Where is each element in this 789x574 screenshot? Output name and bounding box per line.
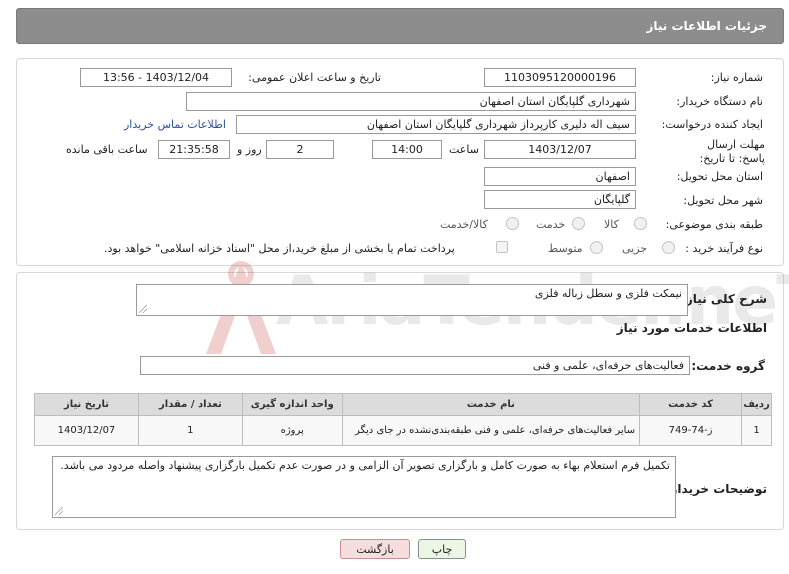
col-row: ردیف [741,393,772,416]
deadline-date-field: 1403/12/07 [484,140,636,159]
col-name: نام خدمت [341,393,641,416]
category-label: طبقه بندی موضوعی: [665,218,763,231]
cell-name: سایر فعالیت‌های حرفه‌ای، علمی و فنی طبقه… [341,415,641,446]
province-field: اصفهان [484,167,636,186]
deadline-time-field: 14:00 [372,140,442,159]
category-goods-radio[interactable] [634,217,647,230]
requester-label: ایجاد کننده درخواست: [661,118,763,131]
summary-field: نیمکت فلزی و سطل زباله فلزی [136,284,688,316]
page-title: جزئیات اطلاعات نیاز [646,19,767,33]
print-button[interactable]: چاپ [418,539,466,559]
category-service-radio[interactable] [572,217,585,230]
city-field: گلپایگان [484,190,636,209]
col-count: تعداد / مقدار [137,393,243,416]
services-table: ردیف کد خدمت نام خدمت واحد اندازه گیری ت… [34,393,772,446]
col-unit: واحد اندازه گیری [241,393,343,416]
category-goods-service-radio[interactable] [506,217,519,230]
province-label: استان محل تحویل: [676,170,763,183]
remaining-time-field: 21:35:58 [158,140,230,159]
need-number-field: 1103095120000196 [484,68,636,87]
cell-row: 1 [741,415,772,446]
col-code: کد خدمت [639,393,743,416]
buyer-field: شهرداری گلپایگان استان اصفهان [186,92,636,111]
back-button[interactable]: بازگشت [340,539,410,559]
category-goods-label: کالا [604,218,619,231]
page-header: جزئیات اطلاعات نیاز [16,8,784,44]
buyer-notes-field: تکمیل فرم استعلام بهاء به صورت کامل و با… [52,456,676,518]
need-details-panel [16,58,784,266]
buyer-label: نام دستگاه خریدار: [676,95,763,108]
remaining-label: ساعت باقی مانده [66,143,148,156]
days-field: 2 [266,140,334,159]
summary-resize-icon[interactable] [139,305,147,313]
category-service-label: خدمت [536,218,566,231]
deadline-time-label: ساعت [449,143,479,156]
buyer-notes-text: تکمیل فرم استعلام بهاء به صورت کامل و با… [60,459,670,472]
announce-field: 1403/12/04 - 13:56 [80,68,232,87]
services-section-title: اطلاعات خدمات مورد نیاز [616,321,767,335]
buyer-contact-link[interactable]: اطلاعات تماس خریدار [124,118,226,131]
table-row: 1 ز-74-749 سایر فعالیت‌های حرفه‌ای، علمی… [34,415,772,446]
summary-text: نیمکت فلزی و سطل زباله فلزی [534,287,682,300]
buyer-notes-label: توضیحات خریدار: [665,482,767,496]
cell-date: 1403/12/07 [34,415,139,446]
city-label: شهر محل تحویل: [683,194,763,207]
deadline-label: مهلت ارسال پاسخ: تا تاریخ: [699,138,765,165]
service-group-label: گروه خدمت: [691,359,765,373]
need-number-label: شماره نیاز: [710,71,763,84]
notes-resize-icon[interactable] [55,507,63,515]
service-group-field: فعالیت‌های حرفه‌ای، علمی و فنی [140,356,690,375]
cell-count: 1 [137,415,243,446]
cell-code: ز-74-749 [639,415,743,446]
cell-unit: پروژه [241,415,343,446]
days-label: روز و [237,143,262,156]
table-header-row: ردیف کد خدمت نام خدمت واحد اندازه گیری ت… [34,393,772,416]
summary-label: شرح کلی نیاز: [681,292,767,306]
requester-field: سیف اله دلیری کارپرداز شهرداری گلپایگان … [236,115,636,134]
col-date: تاریخ نیاز [34,393,139,416]
announce-label: تاریخ و ساعت اعلان عمومی: [248,71,381,84]
category-goods-service-label: کالا/خدمت [440,218,488,231]
